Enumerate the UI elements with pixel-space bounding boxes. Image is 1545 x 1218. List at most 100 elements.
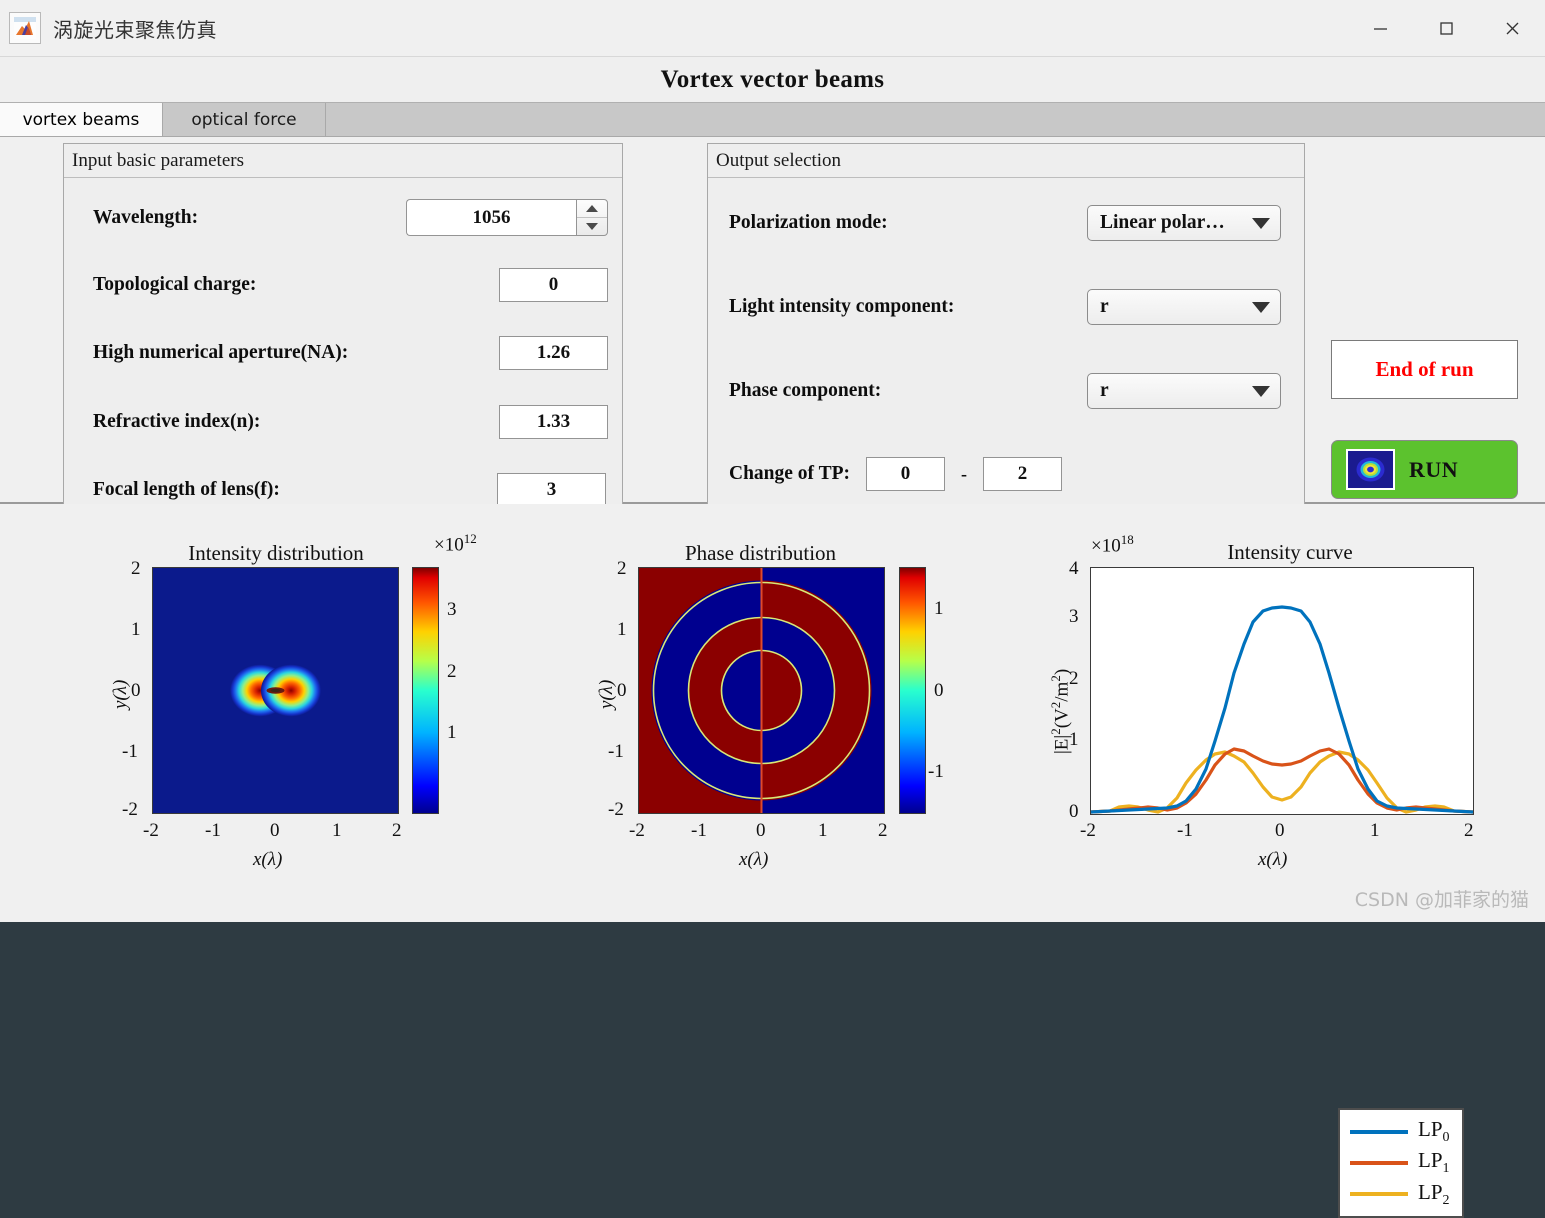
controls-area: Input basic parameters Wavelength: 1056 …: [0, 137, 1545, 593]
chevron-down-icon: [1252, 217, 1270, 229]
numerical-aperture-label: High numerical aperture(NA):: [93, 342, 349, 363]
window-controls: [1347, 0, 1545, 56]
topological-charge-input[interactable]: 0: [499, 268, 608, 302]
colorbar-tick: 2: [447, 661, 457, 682]
input-parameters-group: Input basic parameters Wavelength: 1056 …: [63, 143, 623, 530]
tab-optical-force[interactable]: optical force: [163, 103, 326, 136]
x-tick: -2: [143, 820, 159, 841]
wavelength-input[interactable]: 1056: [406, 199, 576, 236]
close-icon[interactable]: [1479, 0, 1545, 56]
end-of-run-button[interactable]: End of run: [1331, 340, 1518, 399]
tab-label: optical force: [191, 109, 297, 130]
light-intensity-component-label: Light intensity component:: [729, 296, 955, 317]
watermark: CSDN @加菲家的猫: [1354, 889, 1529, 911]
x-tick: 0: [270, 820, 280, 841]
tab-bar: vortex beams optical force: [0, 103, 1545, 137]
x-tick: -1: [205, 820, 221, 841]
x-axis-label: x(λ): [1258, 849, 1288, 870]
polarization-mode-value: Linear polar…: [1100, 212, 1225, 233]
legend-item: LP0: [1350, 1117, 1452, 1147]
y-exponent-label: ×1018: [1091, 532, 1134, 557]
change-of-tp-label: Change of TP:: [729, 463, 850, 484]
colorbar-tick: -1: [928, 761, 944, 782]
x-tick: 2: [1464, 820, 1474, 841]
change-of-tp-from-input[interactable]: 0: [865, 457, 945, 491]
light-intensity-component-select[interactable]: r: [1087, 289, 1281, 325]
refractive-index-input[interactable]: 1.33: [499, 405, 608, 439]
run-button[interactable]: RUN: [1331, 440, 1518, 499]
y-tick: 2: [617, 558, 627, 579]
x-tick: -1: [691, 820, 707, 841]
y-axis-label: |E|2(V2/m2): [1048, 668, 1073, 754]
x-axis-label: x(λ): [739, 849, 769, 870]
wavelength-label: Wavelength:: [93, 206, 199, 228]
tab-vortex-beams[interactable]: vortex beams: [0, 103, 163, 136]
y-tick: -2: [122, 799, 138, 820]
input-parameters-title: Input basic parameters: [64, 144, 622, 178]
colorbar: [412, 567, 439, 814]
topological-charge-label: Topological charge:: [93, 274, 257, 295]
y-tick: 0: [1069, 801, 1079, 822]
application-window: 涡旋光束聚焦仿真 Vortex vector beams vortex beam…: [0, 0, 1545, 1218]
phase-component-value: r: [1100, 380, 1109, 401]
tab-label: vortex beams: [22, 109, 140, 130]
x-tick: 2: [878, 820, 888, 841]
wavelength-spin-buttons[interactable]: [576, 199, 608, 236]
spin-up-icon[interactable]: [577, 200, 607, 218]
intensity-distribution-image: [152, 567, 399, 814]
x-tick: -2: [1080, 820, 1096, 841]
window-title: 涡旋光束聚焦仿真: [53, 17, 217, 42]
refractive-index-label: Refractive index(n):: [93, 411, 261, 432]
change-of-tp-separator: -: [960, 463, 967, 484]
x-tick: 1: [818, 820, 828, 841]
focal-length-input[interactable]: 3: [497, 473, 606, 507]
x-axis-label: x(λ): [253, 849, 283, 870]
intensity-curve-plot-area: [1090, 567, 1474, 815]
output-selection-title: Output selection: [708, 144, 1304, 178]
y-tick: -1: [122, 741, 138, 762]
x-tick: 0: [756, 820, 766, 841]
phase-component-select[interactable]: r: [1087, 373, 1281, 409]
output-selection-group: Output selection Polarization mode: Line…: [707, 143, 1305, 530]
phase-distribution-title: Phase distribution: [684, 541, 837, 565]
y-tick: 0: [131, 680, 141, 701]
y-tick: 4: [1069, 558, 1079, 579]
wavelength-stepper[interactable]: 1056: [406, 199, 608, 236]
x-tick: -2: [629, 820, 645, 841]
page-title: Vortex vector beams: [660, 65, 885, 93]
legend-color-swatch: [1350, 1160, 1408, 1165]
intensity-curve-title: Intensity curve: [1227, 540, 1353, 564]
colorbar-tick: 3: [447, 599, 457, 620]
legend-item: LP1: [1350, 1148, 1452, 1178]
phase-distribution-image: [638, 567, 885, 814]
y-tick: -1: [608, 741, 624, 762]
x-tick: 0: [1275, 820, 1285, 841]
legend-label: LP2: [1418, 1179, 1450, 1208]
legend-label: LP1: [1418, 1148, 1450, 1177]
x-tick: 1: [1370, 820, 1380, 841]
y-tick: 0: [617, 680, 627, 701]
x-tick: 2: [392, 820, 402, 841]
change-of-tp-to-input[interactable]: 2: [982, 457, 1062, 491]
polarization-mode-select[interactable]: Linear polar…: [1087, 205, 1281, 241]
title-bar: 涡旋光束聚焦仿真: [0, 0, 1545, 57]
numerical-aperture-input[interactable]: 1.26: [499, 336, 608, 370]
chevron-down-icon: [1252, 301, 1270, 313]
chevron-down-icon: [1252, 385, 1270, 397]
y-tick: 1: [617, 619, 627, 640]
intensity-curve-legend: LP0 LP1 LP2: [1338, 1108, 1464, 1218]
legend-item: LP2: [1350, 1179, 1452, 1209]
matlab-icon: [9, 12, 41, 44]
colorbar-tick: 1: [934, 598, 944, 619]
light-intensity-component-value: r: [1100, 296, 1109, 317]
plots-area: Intensity distribution 2 1 0 -1 -2 -2 -1…: [0, 504, 1545, 1218]
y-tick: 2: [131, 558, 141, 579]
x-tick: -1: [1177, 820, 1193, 841]
maximize-icon[interactable]: [1413, 0, 1479, 56]
minimize-icon[interactable]: [1347, 0, 1413, 56]
intensity-distribution-title: Intensity distribution: [188, 541, 364, 565]
y-axis-label: y(λ): [110, 679, 131, 709]
phase-component-label: Phase component:: [729, 380, 882, 401]
colorbar-tick: 0: [934, 680, 944, 701]
spin-down-icon[interactable]: [577, 218, 607, 235]
